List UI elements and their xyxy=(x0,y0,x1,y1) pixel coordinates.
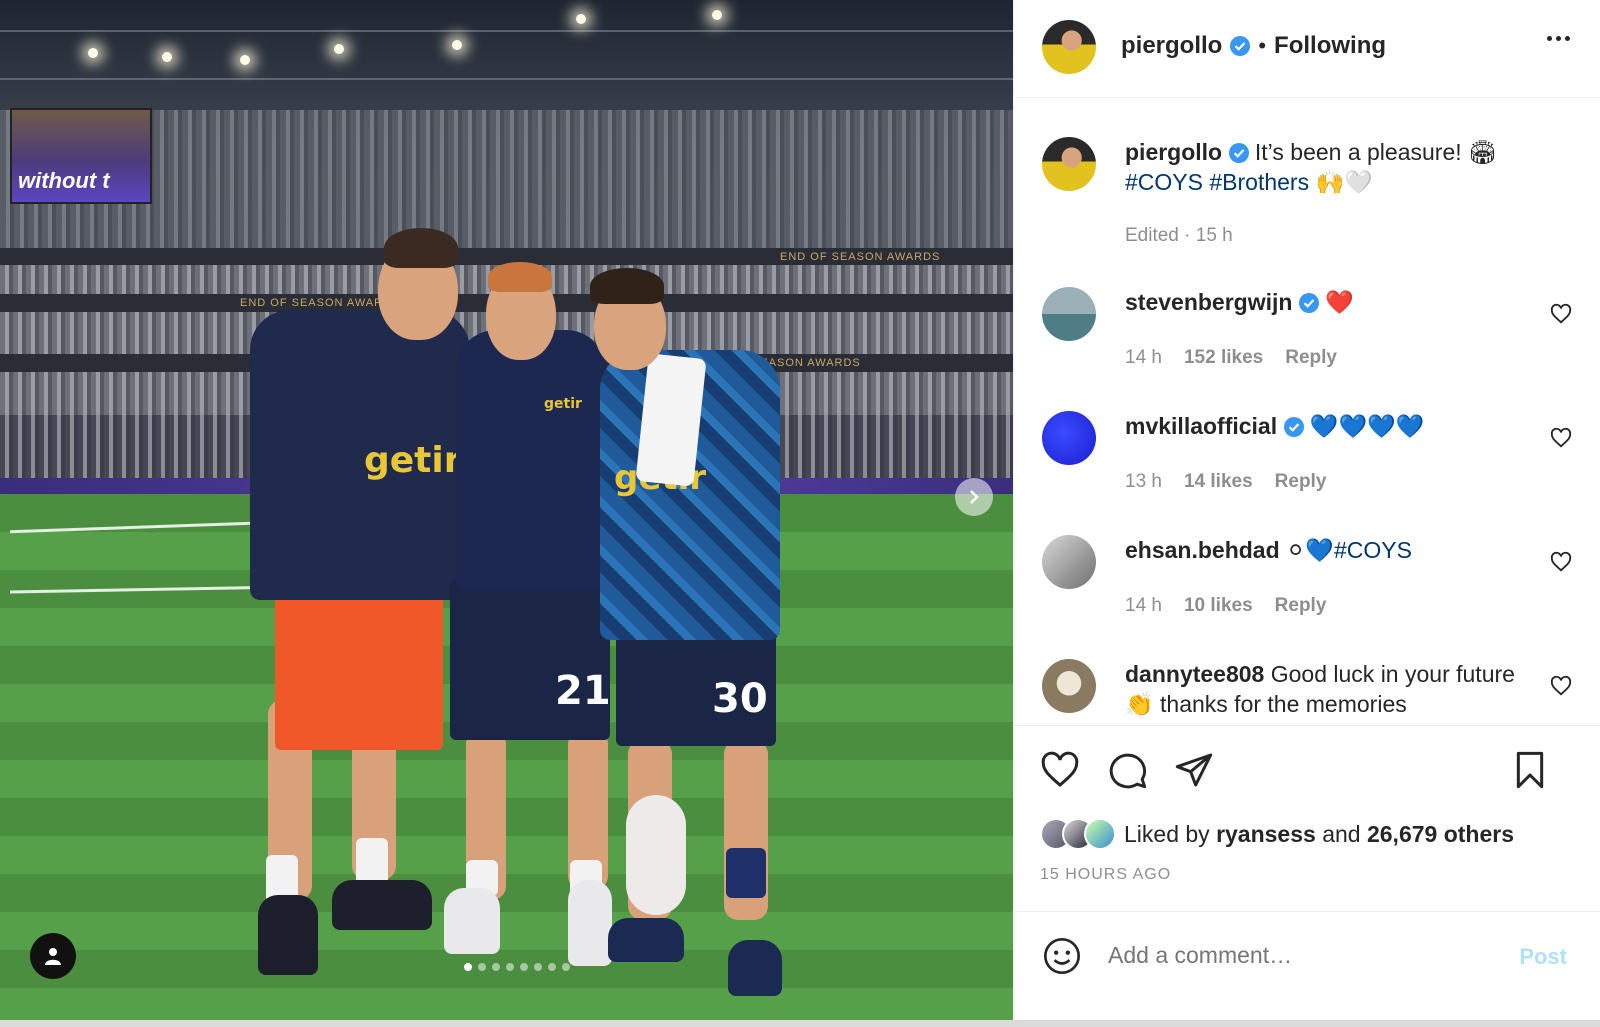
carousel-dot xyxy=(520,963,528,971)
heart-icon[interactable] xyxy=(1550,551,1572,573)
stadium-light xyxy=(452,40,462,50)
stadium-light xyxy=(162,52,172,62)
comment-username[interactable]: dannytee808 xyxy=(1125,661,1264,687)
likes-summary[interactable]: Liked by ryansess and 26,679 others xyxy=(1040,818,1514,850)
comment-username[interactable]: stevenbergwijn xyxy=(1125,289,1292,315)
likes-text: Liked by ryansess and 26,679 others xyxy=(1124,820,1514,847)
caption-avatar[interactable] xyxy=(1042,137,1096,191)
stadium-light xyxy=(576,14,586,24)
bookmark-icon[interactable] xyxy=(1510,750,1550,790)
comment-likes[interactable]: 10 likes xyxy=(1184,595,1253,617)
comment-meta: 14 h 152 likes Reply xyxy=(1125,347,1337,369)
carousel-next-button[interactable] xyxy=(955,478,993,516)
following-button[interactable]: Following xyxy=(1274,32,1386,60)
comment-hashtag[interactable]: #COYS xyxy=(1334,537,1412,563)
comment-input[interactable] xyxy=(1108,942,1488,969)
liker-username[interactable]: ryansess xyxy=(1216,821,1316,847)
post-photo[interactable]: without t END OF SEASON AWARDS END OF SE… xyxy=(0,0,1033,1020)
commenter-avatar[interactable] xyxy=(1042,287,1096,341)
verified-icon xyxy=(1230,36,1251,56)
comments-list[interactable]: piergollo It’s been a pleasure! 🏟 #COYS … xyxy=(1014,99,1600,725)
stadium-roof xyxy=(0,0,1033,120)
comment-time: 14 h xyxy=(1125,347,1162,368)
roof-beam xyxy=(0,78,1033,80)
more-options-button[interactable] xyxy=(1547,36,1570,41)
more-icon xyxy=(1547,36,1552,41)
comment-text: dannytee808 Good luck in your future 👏 t… xyxy=(1125,659,1525,719)
carousel-dot xyxy=(492,963,500,971)
heart-icon[interactable] xyxy=(1550,675,1572,697)
comment-username[interactable]: ehsan.behdad xyxy=(1125,537,1280,563)
caption-username[interactable]: piergollo xyxy=(1125,139,1222,165)
comment-icon[interactable] xyxy=(1108,750,1148,790)
carousel-dot xyxy=(464,963,472,971)
post-comment-button[interactable]: Post xyxy=(1519,944,1567,970)
post-actions: Liked by ryansess and 26,679 others 15 H… xyxy=(1014,725,1600,911)
emoji-icon[interactable] xyxy=(1042,936,1082,976)
stadium-light xyxy=(334,44,344,54)
comment-body: 💙💙💙💙 xyxy=(1309,413,1425,439)
follow-separator: • xyxy=(1258,33,1267,58)
comment-username[interactable]: mvkillaofficial xyxy=(1125,413,1277,439)
stadium-light xyxy=(712,10,722,20)
commenter-avatar[interactable] xyxy=(1042,535,1096,589)
post-header: piergollo • Following xyxy=(1014,0,1600,98)
carousel-dot xyxy=(534,963,542,971)
caption-body: It’s been a pleasure! 🏟 xyxy=(1254,139,1498,165)
comment-likes[interactable]: 152 likes xyxy=(1184,347,1263,369)
user-tags-button[interactable] xyxy=(30,933,76,979)
comment-time: 13 h xyxy=(1125,471,1162,492)
comment-body: ❤️ xyxy=(1325,289,1354,315)
stadium-light xyxy=(88,48,98,58)
owner-avatar[interactable] xyxy=(1042,20,1096,74)
verified-icon xyxy=(1228,143,1249,163)
verified-icon xyxy=(1283,417,1304,437)
caption-text: piergollo It’s been a pleasure! 🏟 #COYS … xyxy=(1125,137,1565,197)
owner-username[interactable]: piergollo xyxy=(1121,32,1222,60)
bottom-edge xyxy=(0,1020,1600,1027)
carousel-dot xyxy=(548,963,556,971)
comment-composer: Post xyxy=(1014,911,1600,1001)
comment-likes[interactable]: 14 likes xyxy=(1184,471,1253,493)
comment-meta: 13 h 14 likes Reply xyxy=(1125,471,1326,493)
verified-icon xyxy=(1298,293,1319,313)
comment-meta: 14 h 10 likes Reply xyxy=(1125,595,1326,617)
carousel-dot xyxy=(562,963,570,971)
carousel-dot xyxy=(478,963,486,971)
comment-text: stevenbergwijn ❤️ xyxy=(1125,287,1565,317)
caption-hashtags[interactable]: #COYS #Brothers xyxy=(1125,169,1309,195)
commenter-avatar[interactable] xyxy=(1042,659,1096,713)
caption-meta: Edited · 15 h xyxy=(1125,225,1233,247)
chevron-right-icon xyxy=(970,490,979,504)
stadium-screen: without t xyxy=(10,108,152,204)
comment-text: ehsan.behdad ⚪💙#COYS xyxy=(1125,535,1565,565)
comment-reply-button[interactable]: Reply xyxy=(1275,471,1327,493)
comment-text: mvkillaofficial 💙💙💙💙 xyxy=(1125,411,1565,441)
caption-edited-time: Edited · 15 h xyxy=(1125,225,1233,246)
comment-time: 14 h xyxy=(1125,595,1162,616)
likes-others[interactable]: 26,679 others xyxy=(1367,821,1514,847)
post-side-panel: piergollo • Following piergollo It’s bee… xyxy=(1013,0,1600,1027)
caption-emoji: 🙌🤍 xyxy=(1315,169,1373,195)
share-icon[interactable] xyxy=(1174,750,1214,790)
user-tag-icon xyxy=(45,948,61,965)
more-icon xyxy=(1556,36,1561,41)
carousel-indicator xyxy=(464,963,570,971)
liker-avatar xyxy=(1084,818,1116,850)
post-timestamp[interactable]: 15 HOURS AGO xyxy=(1040,866,1171,884)
comment-reply-button[interactable]: Reply xyxy=(1275,595,1327,617)
carousel-dot xyxy=(506,963,514,971)
upper-stand xyxy=(0,110,1033,250)
commenter-avatar[interactable] xyxy=(1042,411,1096,465)
heart-icon[interactable] xyxy=(1550,427,1572,449)
stadium-light xyxy=(240,55,250,65)
comment-reply-button[interactable]: Reply xyxy=(1285,347,1337,369)
more-icon xyxy=(1565,36,1570,41)
comment-body: ⚪💙 xyxy=(1286,537,1334,563)
roof-beam xyxy=(0,30,1033,32)
heart-icon[interactable] xyxy=(1550,303,1572,325)
heart-icon[interactable] xyxy=(1040,750,1080,790)
